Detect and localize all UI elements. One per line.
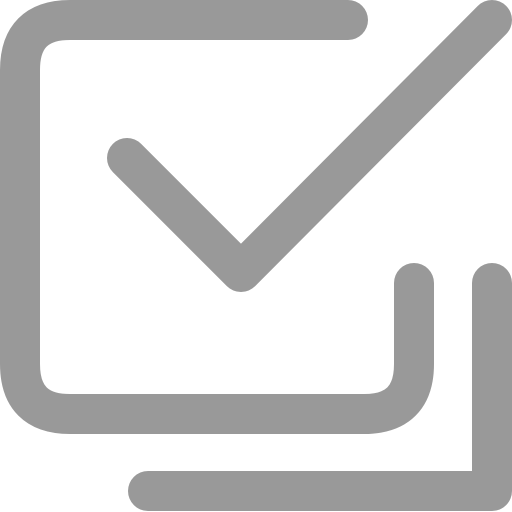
checkmark-stroke	[107, 0, 512, 292]
checkbox-multiple-graphic	[0, 0, 512, 511]
back-box-outline	[128, 263, 512, 511]
front-box-outline	[0, 0, 434, 434]
checkbox-multiple-icon	[0, 0, 512, 512]
